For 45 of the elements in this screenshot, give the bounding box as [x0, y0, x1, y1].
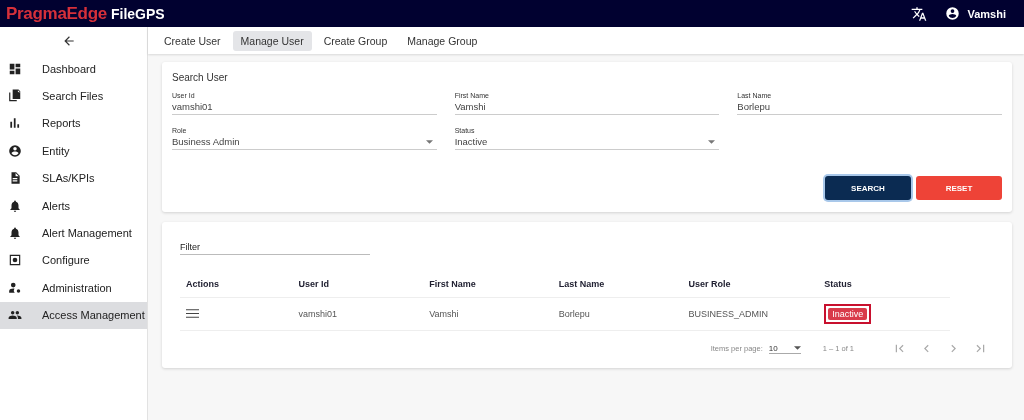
account-icon[interactable]: [945, 6, 961, 21]
column-header: User Id: [292, 273, 424, 298]
bell-icon: [8, 226, 22, 241]
sidebar-item[interactable]: Configure: [0, 246, 147, 275]
column-header: Status: [818, 273, 950, 298]
table-cell: vamshi01: [292, 297, 424, 331]
dashboard-icon: [8, 61, 22, 76]
column-header: First Name: [423, 273, 553, 298]
card-title: Search User: [172, 72, 229, 83]
reset-button[interactable]: RESET: [916, 176, 1002, 200]
sidebar-item[interactable]: Alerts: [0, 191, 147, 220]
column-header: Actions: [180, 273, 293, 298]
bar-chart-icon: [8, 116, 22, 131]
table-cell: Borlepu: [552, 297, 683, 331]
user-name[interactable]: Vamshi: [967, 7, 1006, 20]
product-name: FileGPS: [110, 5, 165, 22]
caret-icon: [425, 139, 433, 144]
sidebar-item[interactable]: Administration: [0, 274, 147, 302]
status-badge: Inactive: [828, 308, 868, 320]
search-button[interactable]: SEARCH: [825, 176, 911, 200]
sidebar-item[interactable]: Reports: [0, 109, 147, 138]
filter-field[interactable]: Filter: [180, 240, 370, 255]
sidebar-item[interactable]: SLAs/KPIs: [0, 164, 147, 192]
caret-icon: [793, 346, 801, 350]
translate-icon[interactable]: [911, 5, 928, 22]
caret-icon: [708, 139, 716, 144]
menu-icon[interactable]: [186, 308, 199, 318]
column-header: Last Name: [552, 273, 683, 298]
sidebar-item[interactable]: Entity: [0, 137, 147, 165]
tab[interactable]: Create Group: [315, 30, 396, 51]
column-header: User Role: [682, 273, 819, 298]
table-cell: BUSINESS_ADMIN: [682, 297, 819, 331]
account-icon: [8, 143, 22, 158]
sidebar-item[interactable]: Alert Management: [0, 219, 147, 247]
sidebar-item[interactable]: Access Management: [0, 301, 147, 329]
tab[interactable]: Manage Group: [399, 30, 486, 51]
sidebar-item[interactable]: Dashboard: [0, 55, 147, 83]
sidebar-item[interactable]: Search Files: [0, 82, 147, 110]
page-size-select[interactable]: 10: [768, 343, 801, 354]
bell-icon: [8, 198, 22, 213]
tab[interactable]: Manage User: [232, 30, 312, 51]
brand-logo: PragmaEdge: [6, 3, 107, 24]
table-cell: Vamshi: [423, 297, 553, 331]
tab[interactable]: Create User: [156, 30, 229, 51]
files-icon: [8, 89, 22, 104]
